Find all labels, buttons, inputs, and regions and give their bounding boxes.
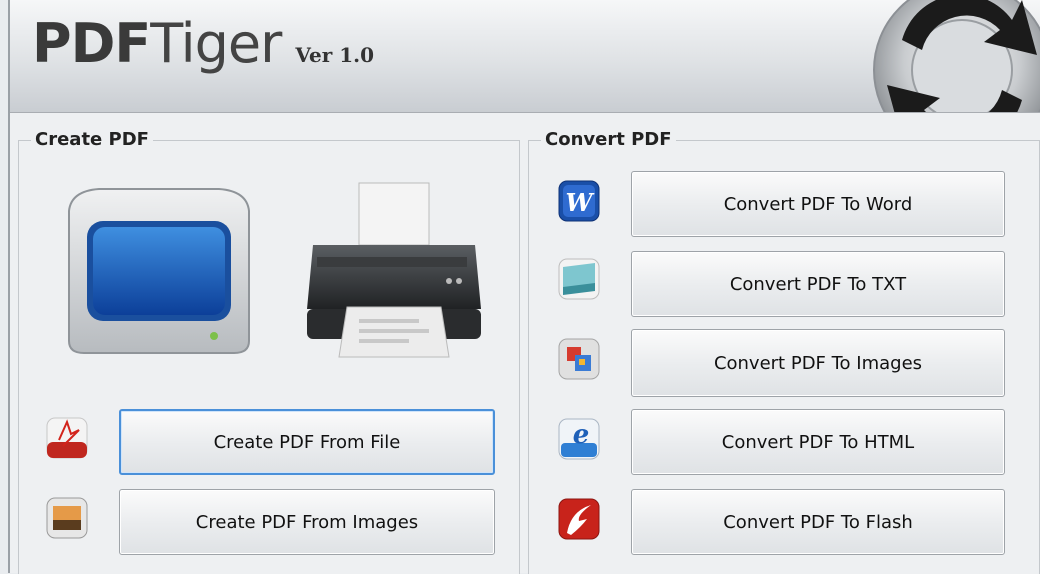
- printer-icon: [307, 182, 481, 358]
- version-label: Ver 1.0: [295, 43, 375, 67]
- html-icon: e: [558, 418, 600, 460]
- app-window: PDF Tiger Ver 1.0 Create PDF Create PDF …: [8, 0, 1040, 574]
- button-label: Convert PDF To TXT: [729, 273, 907, 295]
- pdf-file-icon: [46, 417, 88, 459]
- convert-pdf-panel: Convert PDF W Convert PDF To Word Conver…: [528, 129, 1040, 574]
- image-icon: [46, 497, 88, 539]
- button-label: Convert PDF To Word: [723, 193, 913, 215]
- button-label: Create PDF From File: [213, 431, 401, 453]
- convert-pdf-title: Convert PDF: [541, 129, 676, 150]
- convert-to-html-button[interactable]: Convert PDF To HTML: [631, 409, 1005, 475]
- brand-name-bold: PDF: [32, 12, 151, 75]
- convert-to-txt-button[interactable]: Convert PDF To TXT: [631, 251, 1005, 317]
- word-icon: W: [558, 180, 600, 222]
- convert-to-flash-button[interactable]: Convert PDF To Flash: [631, 489, 1005, 555]
- convert-to-images-button[interactable]: Convert PDF To Images: [631, 329, 1005, 397]
- button-label: Convert PDF To Flash: [723, 511, 913, 533]
- monitor-icon: [68, 188, 250, 354]
- flash-icon: [558, 498, 600, 540]
- images-icon: [558, 338, 600, 380]
- txt-icon: [558, 258, 600, 300]
- refresh-logo-icon: [873, 0, 1040, 112]
- button-label: Convert PDF To Images: [713, 352, 923, 374]
- app-header: PDF Tiger Ver 1.0: [10, 0, 1040, 113]
- create-pdf-from-file-button[interactable]: Create PDF From File: [119, 409, 495, 475]
- create-pdf-from-images-button[interactable]: Create PDF From Images: [119, 489, 495, 555]
- create-pdf-panel: Create PDF Create PDF From File Create P…: [18, 129, 520, 574]
- convert-to-word-button[interactable]: Convert PDF To Word: [631, 171, 1005, 237]
- create-pdf-title: Create PDF: [31, 129, 153, 150]
- brand-name-light: Tiger: [150, 12, 282, 75]
- app-brand: PDF Tiger Ver 1.0: [32, 12, 374, 75]
- svg-text:e: e: [573, 420, 590, 450]
- svg-text:W: W: [566, 188, 595, 217]
- button-label: Create PDF From Images: [195, 511, 419, 533]
- button-label: Convert PDF To HTML: [721, 431, 915, 453]
